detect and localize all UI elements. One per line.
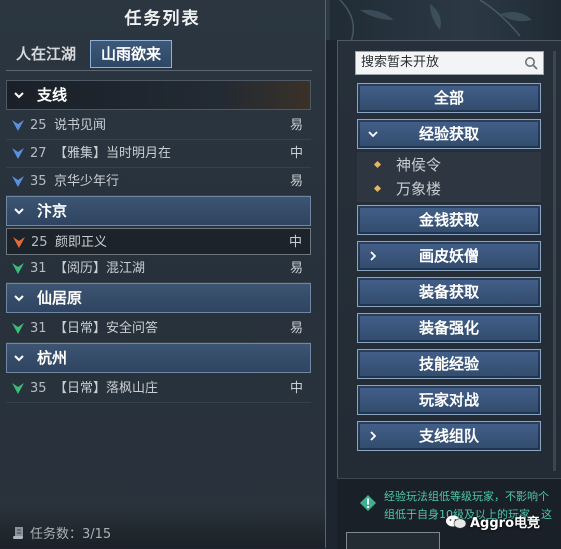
category-panel: 搜索暂未开放 全部经验获取金钱获取画皮妖僧装备获取装备强化技能经验玩家对战支线组…: [337, 40, 561, 549]
quest-name: 【阅历】混江湖: [54, 261, 146, 276]
category-label: 技能经验: [418, 355, 479, 373]
quest-list-panel: 任务列表 人在江湖 山雨欲来 支线 25 说书见闻易 27 【雅集】当时明月在中 35 京华…: [0, 0, 326, 548]
blue-chevron-icon: [12, 148, 24, 159]
group-header[interactable]: 汴京: [6, 196, 311, 226]
group-label: 杭州: [37, 349, 68, 367]
quest-count-label: 任务数：3/15: [30, 527, 112, 542]
quest-level: 27: [30, 146, 47, 161]
category-button[interactable]: 技能经验: [357, 349, 541, 379]
quest-row[interactable]: 27 【雅集】当时明月在 中: [6, 140, 311, 168]
quest-row[interactable]: 35 【日常】落枫山庄 中: [6, 375, 311, 403]
search-input[interactable]: 搜索暂未开放: [355, 51, 544, 75]
wechat-logo-icon: [446, 515, 467, 529]
quest-tabs: 人在江湖 山雨欲来: [6, 40, 176, 70]
scroll-icon: [13, 527, 23, 539]
exp-sub-list: 神侯令 万象楼: [357, 152, 541, 202]
chevron-down-icon: [14, 92, 24, 99]
tab-divider: [6, 70, 312, 71]
group-header[interactable]: 杭州: [6, 343, 311, 373]
quest-level: 35: [30, 174, 47, 189]
quest-row[interactable]: 31 【阅历】混江湖 易: [6, 255, 311, 283]
category-label: 经验获取: [418, 125, 479, 143]
category-label: 装备获取: [418, 283, 479, 301]
quest-row[interactable]: 35 京华少年行 易: [6, 168, 311, 196]
category-button[interactable]: 金钱获取: [357, 205, 541, 235]
orange-chevron-icon: [13, 237, 25, 248]
group-label: 汴京: [37, 202, 68, 220]
category-label: 画皮妖僧: [418, 247, 479, 265]
green-chevron-icon: [12, 263, 24, 274]
blue-chevron-icon: [12, 176, 24, 187]
quest-list: 支线 25 说书见闻易 27 【雅集】当时明月在中 35 京华少年行易汴京 25 颜即正义中 31…: [6, 80, 311, 403]
quest-difficulty: 中: [289, 146, 303, 161]
quest-difficulty: 中: [288, 235, 302, 250]
category-scrollbar[interactable]: [553, 51, 556, 471]
category-button[interactable]: 经验获取: [357, 119, 541, 149]
quest-difficulty: 易: [289, 174, 303, 189]
quest-difficulty: 中: [289, 381, 303, 396]
group-label: 仙居原: [37, 289, 83, 307]
quest-name: 颜即正义: [55, 235, 108, 250]
quest-row[interactable]: 25 说书见闻 易: [6, 112, 311, 140]
quest-level: 31: [30, 261, 47, 276]
category-label: 装备强化: [418, 319, 479, 337]
chevron-down-icon: [14, 295, 24, 302]
category-label: 玩家对战: [418, 391, 479, 409]
category-label: 金钱获取: [418, 211, 479, 229]
quest-name: 【雅集】当时明月在: [54, 146, 172, 161]
sub-item-shenhouling[interactable]: 神侯令: [357, 153, 541, 177]
diamond-bullet-icon: [373, 160, 382, 169]
quest-name: 【日常】安全问答: [54, 321, 159, 336]
blue-chevron-icon: [12, 120, 24, 131]
bottom-button-edge[interactable]: [346, 532, 440, 549]
category-button[interactable]: 全部: [357, 83, 541, 113]
sub-item-label: 万象楼: [396, 180, 442, 198]
category-label: 支线组队: [418, 427, 479, 445]
watermark: Aggro电竞: [445, 512, 540, 531]
tab-renzaijianghu[interactable]: 人在江湖: [6, 40, 86, 68]
green-chevron-icon: [12, 323, 24, 334]
quest-level: 25: [30, 118, 47, 133]
quest-difficulty: 易: [289, 118, 303, 133]
quest-difficulty: 易: [289, 321, 303, 336]
quest-difficulty: 易: [289, 261, 303, 276]
chevron-down-icon: [14, 208, 24, 215]
group-label: 支线: [37, 86, 68, 104]
category-button[interactable]: 画皮妖僧: [357, 241, 541, 271]
category-button[interactable]: 装备获取: [357, 277, 541, 307]
quest-level: 31: [30, 321, 47, 336]
quest-level: 35: [30, 381, 47, 396]
info-line: 经验玩法组低等级玩家，不影响个: [384, 490, 549, 503]
sub-item-wanxianglou[interactable]: 万象楼: [357, 177, 541, 201]
info-diamond-icon: [360, 495, 376, 511]
search-icon[interactable]: [524, 56, 538, 70]
quest-name: 【日常】落枫山庄: [54, 381, 159, 396]
group-header[interactable]: 支线: [6, 80, 311, 110]
group-header[interactable]: 仙居原: [6, 283, 311, 313]
search-placeholder: 搜索暂未开放: [361, 55, 440, 70]
chevron-down-icon: [14, 355, 24, 362]
quest-row[interactable]: 25 颜即正义 中: [6, 228, 311, 255]
sub-item-label: 神侯令: [396, 156, 442, 174]
green-chevron-icon: [12, 383, 24, 394]
tab-shanyuyulai[interactable]: 山雨欲来: [90, 40, 173, 68]
quest-count: 任务数：3/15: [12, 523, 111, 542]
top-right-backdrop: [330, 0, 561, 40]
quest-row[interactable]: 31 【日常】安全问答 易: [6, 315, 311, 343]
category-label: 全部: [433, 89, 464, 107]
diamond-bullet-icon: [373, 184, 382, 193]
quest-name: 说书见闻: [54, 118, 107, 133]
watermark-label: Aggro电竞: [470, 516, 541, 531]
category-button[interactable]: 玩家对战: [357, 385, 541, 415]
category-button[interactable]: 支线组队: [357, 421, 541, 451]
quest-level: 25: [31, 235, 48, 250]
panel-title: 任务列表: [124, 9, 201, 29]
quest-name: 京华少年行: [54, 174, 120, 189]
category-button[interactable]: 装备强化: [357, 313, 541, 343]
